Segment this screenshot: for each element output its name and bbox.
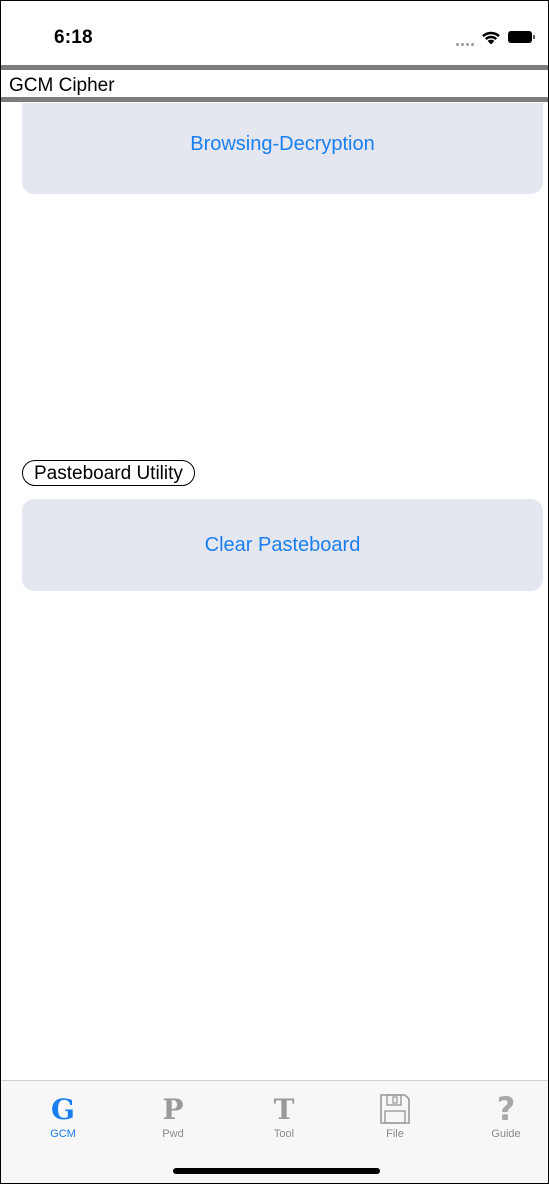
- status-bar: 6:18: [1, 1, 548, 65]
- title-bottom-rule: [1, 97, 548, 102]
- pasteboard-utility-label: Pasteboard Utility: [22, 460, 195, 486]
- status-icons: [456, 28, 535, 46]
- floppy-disk-icon: [355, 1091, 435, 1127]
- clear-pasteboard-button[interactable]: Clear Pasteboard: [22, 499, 543, 591]
- status-time: 6:18: [54, 27, 93, 48]
- clear-pasteboard-label: Clear Pasteboard: [204, 533, 361, 556]
- title-top-rule: [1, 65, 548, 70]
- tab-gcm-label: GCM: [50, 1128, 76, 1140]
- question-mark-icon: ?: [496, 1090, 516, 1128]
- home-indicator[interactable]: [173, 1168, 380, 1174]
- tab-tool-label: Tool: [273, 1128, 295, 1140]
- tab-file[interactable]: File: [355, 1091, 435, 1140]
- g-letter-icon: G: [51, 1092, 75, 1126]
- wifi-icon: [482, 31, 500, 44]
- browsing-decryption-label: Browsing-Decryption: [190, 133, 375, 155]
- tab-gcm[interactable]: G GCM: [23, 1091, 103, 1141]
- tab-pwd[interactable]: P Pwd: [133, 1091, 213, 1141]
- app-screen: 6:18 GCM Cipher Browsing-Decryption Past…: [0, 0, 549, 1184]
- tab-file-label: File: [386, 1128, 404, 1140]
- tab-tool[interactable]: T Tool: [244, 1091, 324, 1141]
- p-letter-icon: P: [162, 1092, 184, 1126]
- browsing-decryption-button[interactable]: Browsing-Decryption: [22, 103, 543, 194]
- page-title: GCM Cipher: [9, 75, 115, 96]
- tab-pwd-label: Pwd: [162, 1128, 184, 1140]
- battery-icon: [508, 31, 535, 43]
- pasteboard-utility-text: Pasteboard Utility: [34, 462, 183, 484]
- t-letter-icon: T: [273, 1092, 295, 1126]
- tab-guide-label: Guide: [491, 1128, 521, 1140]
- tab-guide[interactable]: ? Guide: [466, 1090, 546, 1140]
- title-bar: GCM Cipher: [1, 65, 548, 103]
- cellular-signal-icon: [456, 28, 474, 46]
